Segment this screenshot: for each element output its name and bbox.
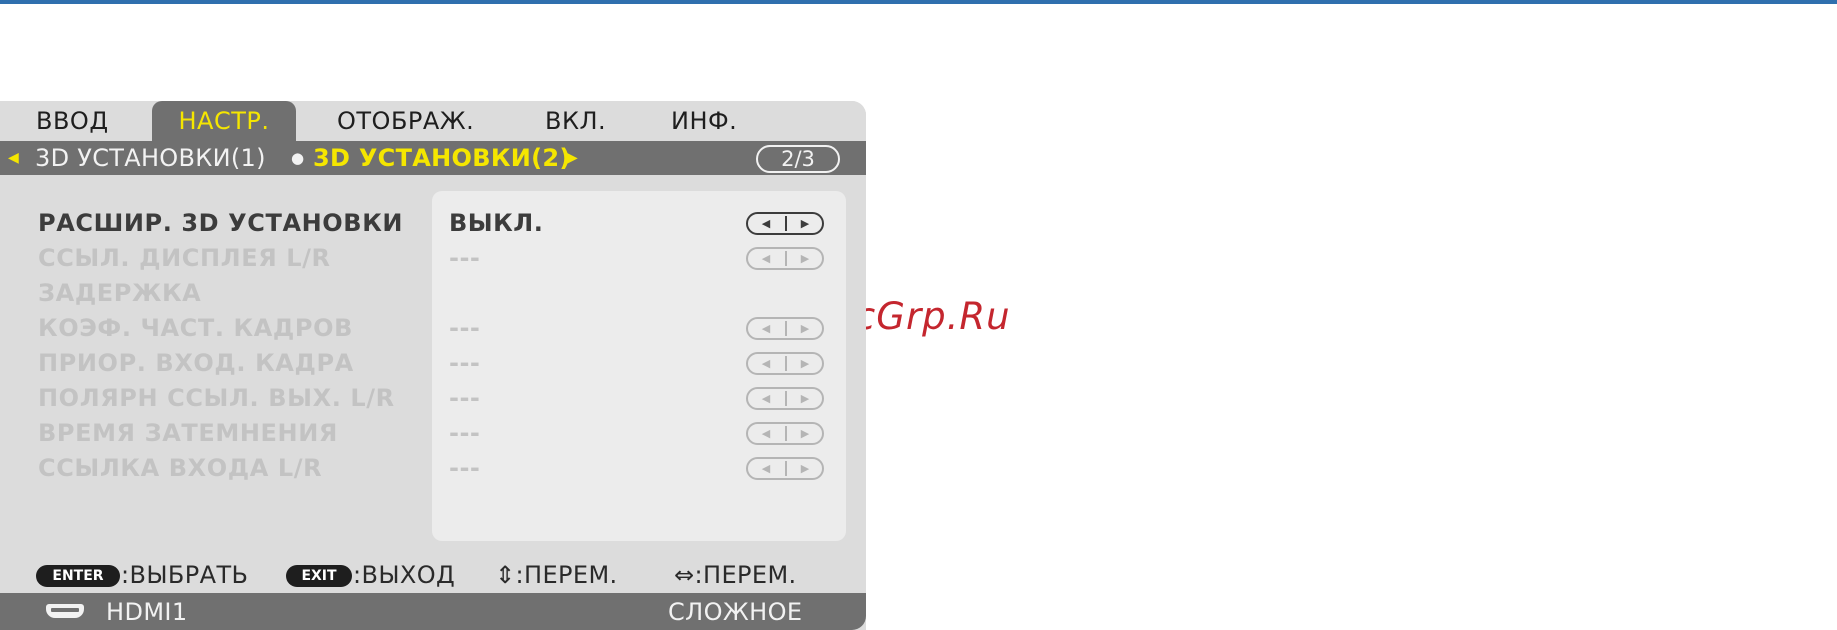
- setting-value: ---: [449, 314, 481, 342]
- setting-value: ---: [449, 244, 481, 272]
- exit-key-icon: EXIT: [286, 565, 352, 587]
- setting-value: ---: [449, 454, 481, 482]
- setting-value: ВЫКЛ.: [449, 209, 544, 237]
- setting-row-output-lr-polarity: ПОЛЯРН ССЫЛ. ВЫХ. L/R --- ◀ ▶: [0, 381, 866, 416]
- value-stepper[interactable]: ◀ ▶: [746, 212, 824, 235]
- subtab-prev-icon[interactable]: ◀: [8, 141, 19, 175]
- subtab-bar: ◀ 3D УСТАНОВКИ(1) ● 3D УСТАНОВКИ(2) ▶ 2/…: [0, 141, 866, 175]
- value-stepper: ◀ ▶: [746, 317, 824, 340]
- tab-setup[interactable]: НАСТР.: [152, 101, 296, 141]
- right-arrow-icon[interactable]: ▶: [787, 214, 823, 233]
- right-arrow-icon: ▶: [800, 322, 810, 335]
- setting-value: ---: [449, 419, 481, 447]
- setting-label: РАСШИР. 3D УСТАНОВКИ: [38, 209, 404, 237]
- setting-row-delay: ЗАДЕРЖКА: [0, 276, 866, 311]
- left-arrow-icon: ◀: [761, 357, 771, 370]
- left-arrow-icon: ◀: [761, 252, 771, 265]
- left-arrow-icon: ◀: [761, 392, 771, 405]
- subtab-3d-settings-1[interactable]: 3D УСТАНОВКИ(1): [35, 141, 266, 176]
- help-move-leftright: ⇔:ПЕРЕМ.: [674, 561, 797, 589]
- menu-mode: СЛОЖНОЕ: [668, 598, 803, 626]
- right-arrow-icon: ▶: [800, 427, 810, 440]
- subtab-separator-icon: ●: [291, 149, 305, 167]
- main-tabs: ВВОД НАСТР. ОТОБРАЖ. ВКЛ. ИНФ.: [0, 101, 866, 141]
- setting-row-advanced-3d[interactable]: РАСШИР. 3D УСТАНОВКИ ВЫКЛ. ◀ ▶: [0, 206, 866, 241]
- tab-input[interactable]: ВВОД: [36, 101, 109, 141]
- setting-label: ССЫЛ. ДИСПЛЕЯ L/R: [38, 244, 331, 272]
- setting-label: КОЭФ. ЧАСТ. КАДРОВ: [38, 314, 353, 342]
- setting-label: ПОЛЯРН ССЫЛ. ВЫХ. L/R: [38, 384, 395, 412]
- setting-row-display-lr-ref: ССЫЛ. ДИСПЛЕЯ L/R --- ◀ ▶: [0, 241, 866, 276]
- left-arrow-icon: ◀: [761, 427, 771, 440]
- source-status-bar: HDMI1 СЛОЖНОЕ: [0, 593, 866, 630]
- right-arrow-icon: ▶: [800, 357, 810, 370]
- subtab-next-icon[interactable]: ▶: [567, 141, 578, 175]
- value-stepper: ◀ ▶: [746, 387, 824, 410]
- right-arrow-icon: ▶: [800, 252, 810, 265]
- source-input-name: HDMI1: [106, 598, 188, 626]
- setting-row-input-frame-priority: ПРИОР. ВХОД. КАДРА --- ◀ ▶: [0, 346, 866, 381]
- enter-key-icon: ENTER: [36, 565, 120, 587]
- projector-osd-menu: ВВОД НАСТР. ОТОБРАЖ. ВКЛ. ИНФ. ◀ 3D УСТА…: [0, 101, 866, 630]
- tab-on[interactable]: ВКЛ.: [545, 101, 606, 141]
- value-stepper: ◀ ▶: [746, 457, 824, 480]
- value-stepper: ◀ ▶: [746, 422, 824, 445]
- setting-row-input-lr-ref: ССЫЛКА ВХОДА L/R --- ◀ ▶: [0, 451, 866, 486]
- left-arrow-icon: ◀: [761, 322, 771, 335]
- top-accent-line: [0, 0, 1837, 4]
- help-move-updown: ⇕:ПЕРЕМ.: [495, 561, 618, 589]
- hdmi-connector-icon: [46, 604, 84, 618]
- help-select: :ВЫБРАТЬ: [121, 561, 249, 589]
- setting-value: ---: [449, 349, 481, 377]
- setting-label: ПРИОР. ВХОД. КАДРА: [38, 349, 354, 377]
- right-arrow-icon: ▶: [800, 392, 810, 405]
- tab-info[interactable]: ИНФ.: [671, 101, 737, 141]
- left-arrow-icon[interactable]: ◀: [748, 214, 784, 233]
- help-exit: :ВЫХОД: [353, 561, 456, 589]
- setting-label: ССЫЛКА ВХОДА L/R: [38, 454, 323, 482]
- setting-value: ---: [449, 384, 481, 412]
- value-stepper: ◀ ▶: [746, 247, 824, 270]
- help-bar: ENTER :ВЫБРАТЬ EXIT :ВЫХОД ⇕:ПЕРЕМ. ⇔:ПЕ…: [0, 557, 866, 593]
- tab-display[interactable]: ОТОБРАЖ.: [337, 101, 474, 141]
- page-indicator: 2/3: [756, 145, 840, 173]
- left-arrow-icon: ◀: [761, 462, 771, 475]
- right-arrow-icon: ▶: [800, 462, 810, 475]
- setting-row-blanking-time: ВРЕМЯ ЗАТЕМНЕНИЯ --- ◀ ▶: [0, 416, 866, 451]
- subtab-3d-settings-2[interactable]: 3D УСТАНОВКИ(2): [313, 141, 571, 176]
- setting-label: ЗАДЕРЖКА: [38, 279, 202, 307]
- setting-label: ВРЕМЯ ЗАТЕМНЕНИЯ: [38, 419, 339, 447]
- setting-row-frame-rate-ratio: КОЭФ. ЧАСТ. КАДРОВ --- ◀ ▶: [0, 311, 866, 346]
- value-stepper: ◀ ▶: [746, 352, 824, 375]
